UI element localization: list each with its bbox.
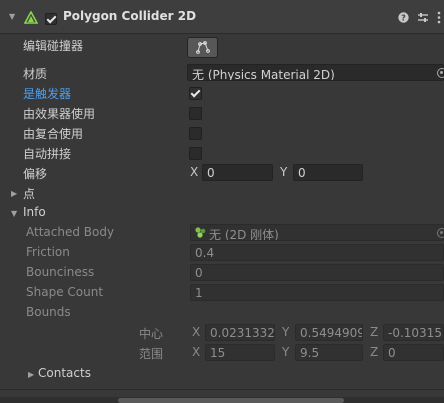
center-y-field: 0.5494909 bbox=[295, 324, 363, 341]
extent-x-axis-label: X bbox=[192, 345, 201, 359]
svg-text:?: ? bbox=[401, 14, 406, 23]
offset-x-value: 0 bbox=[207, 166, 215, 180]
shape-count-value: 1 bbox=[195, 286, 203, 300]
center-z-value: -0.103152 bbox=[388, 326, 444, 340]
used-by-effector-label: 由效果器使用 bbox=[23, 107, 96, 121]
used-by-composite-label: 由复合使用 bbox=[23, 127, 84, 141]
used-by-composite-checkbox[interactable] bbox=[189, 127, 202, 140]
center-x-value: 0.02313328 bbox=[210, 326, 275, 340]
extent-z-value: 0 bbox=[388, 346, 396, 360]
used-by-effector-checkbox[interactable] bbox=[189, 107, 202, 120]
info-fold-arrow-icon[interactable]: ▼ bbox=[11, 209, 17, 218]
horizontal-scrollbar-thumb[interactable] bbox=[118, 398, 344, 403]
friction-field: 0.4 bbox=[190, 244, 444, 261]
center-x-field: 0.02313328 bbox=[205, 324, 275, 341]
extent-y-value: 9.5 bbox=[300, 346, 320, 360]
edit-collider-label: 编辑碰撞器 bbox=[23, 39, 84, 53]
offset-y-field[interactable]: 0 bbox=[293, 164, 363, 181]
is-trigger-label: 是触发器 bbox=[23, 87, 72, 101]
center-y-value: 0.5494909 bbox=[300, 326, 363, 340]
offset-y-value: 0 bbox=[298, 166, 306, 180]
kebab-menu-icon[interactable] bbox=[437, 11, 441, 24]
material-field[interactable]: 无 (Physics Material 2D) bbox=[187, 64, 444, 81]
fold-arrow-icon[interactable]: ▼ bbox=[9, 12, 15, 21]
offset-label: 偏移 bbox=[23, 167, 48, 181]
presets-icon[interactable] bbox=[417, 12, 429, 23]
attached-body-value: 无 (2D 刚体) bbox=[209, 228, 279, 241]
bottom-divider bbox=[0, 389, 444, 390]
extent-x-field: 15 bbox=[205, 344, 275, 361]
offset-y-axis-label[interactable]: Y bbox=[280, 165, 287, 179]
polygon-collider-icon bbox=[24, 11, 38, 24]
component-enabled-checkbox[interactable] bbox=[45, 13, 57, 25]
auto-tiling-label: 自动拼接 bbox=[23, 147, 72, 161]
offset-x-field[interactable]: 0 bbox=[202, 164, 273, 181]
center-z-field: -0.103152 bbox=[383, 324, 444, 341]
object-picker-icon[interactable] bbox=[437, 68, 444, 78]
center-label: 中心 bbox=[139, 327, 164, 341]
extent-z-axis-label: Z bbox=[370, 345, 379, 359]
material-label: 材质 bbox=[23, 67, 48, 81]
extent-y-field: 9.5 bbox=[295, 344, 363, 361]
bounds-label: Bounds bbox=[26, 305, 71, 319]
friction-value: 0.4 bbox=[195, 246, 215, 260]
is-trigger-checkbox[interactable] bbox=[189, 87, 202, 100]
rigidbody2d-icon bbox=[195, 227, 206, 238]
edit-collider-button[interactable] bbox=[187, 37, 218, 58]
shape-count-label: Shape Count bbox=[26, 285, 104, 299]
material-value: 无 (Physics Material 2D) bbox=[192, 68, 335, 81]
auto-tiling-checkbox[interactable] bbox=[189, 147, 202, 160]
bounciness-field: 0 bbox=[190, 264, 444, 281]
bounciness-label: Bounciness bbox=[26, 265, 95, 279]
attached-body-picker-icon bbox=[437, 228, 444, 238]
contacts-label[interactable]: Contacts bbox=[38, 366, 91, 380]
extent-label: 范围 bbox=[139, 347, 164, 361]
offset-x-axis-label[interactable]: X bbox=[190, 165, 198, 179]
info-label[interactable]: Info bbox=[23, 205, 46, 219]
shape-count-field: 1 bbox=[190, 284, 444, 301]
contacts-fold-arrow-icon[interactable]: ▶ bbox=[28, 370, 34, 379]
extent-z-field: 0 bbox=[383, 344, 444, 361]
center-z-axis-label: Z bbox=[370, 325, 379, 339]
attached-body-field: 无 (2D 刚体) bbox=[190, 224, 444, 241]
extent-x-value: 15 bbox=[210, 346, 226, 360]
help-icon[interactable]: ? bbox=[398, 12, 409, 23]
center-y-axis-label: Y bbox=[282, 325, 290, 339]
points-fold-arrow-icon[interactable]: ▶ bbox=[11, 189, 17, 198]
bounciness-value: 0 bbox=[195, 266, 203, 280]
friction-label: Friction bbox=[26, 245, 70, 259]
extent-y-axis-label: Y bbox=[282, 345, 290, 359]
edit-collider-icon bbox=[196, 41, 210, 54]
attached-body-label: Attached Body bbox=[26, 225, 115, 239]
center-x-axis-label: X bbox=[192, 325, 201, 339]
points-label[interactable]: 点 bbox=[23, 185, 35, 202]
component-title: Polygon Collider 2D bbox=[63, 9, 197, 23]
